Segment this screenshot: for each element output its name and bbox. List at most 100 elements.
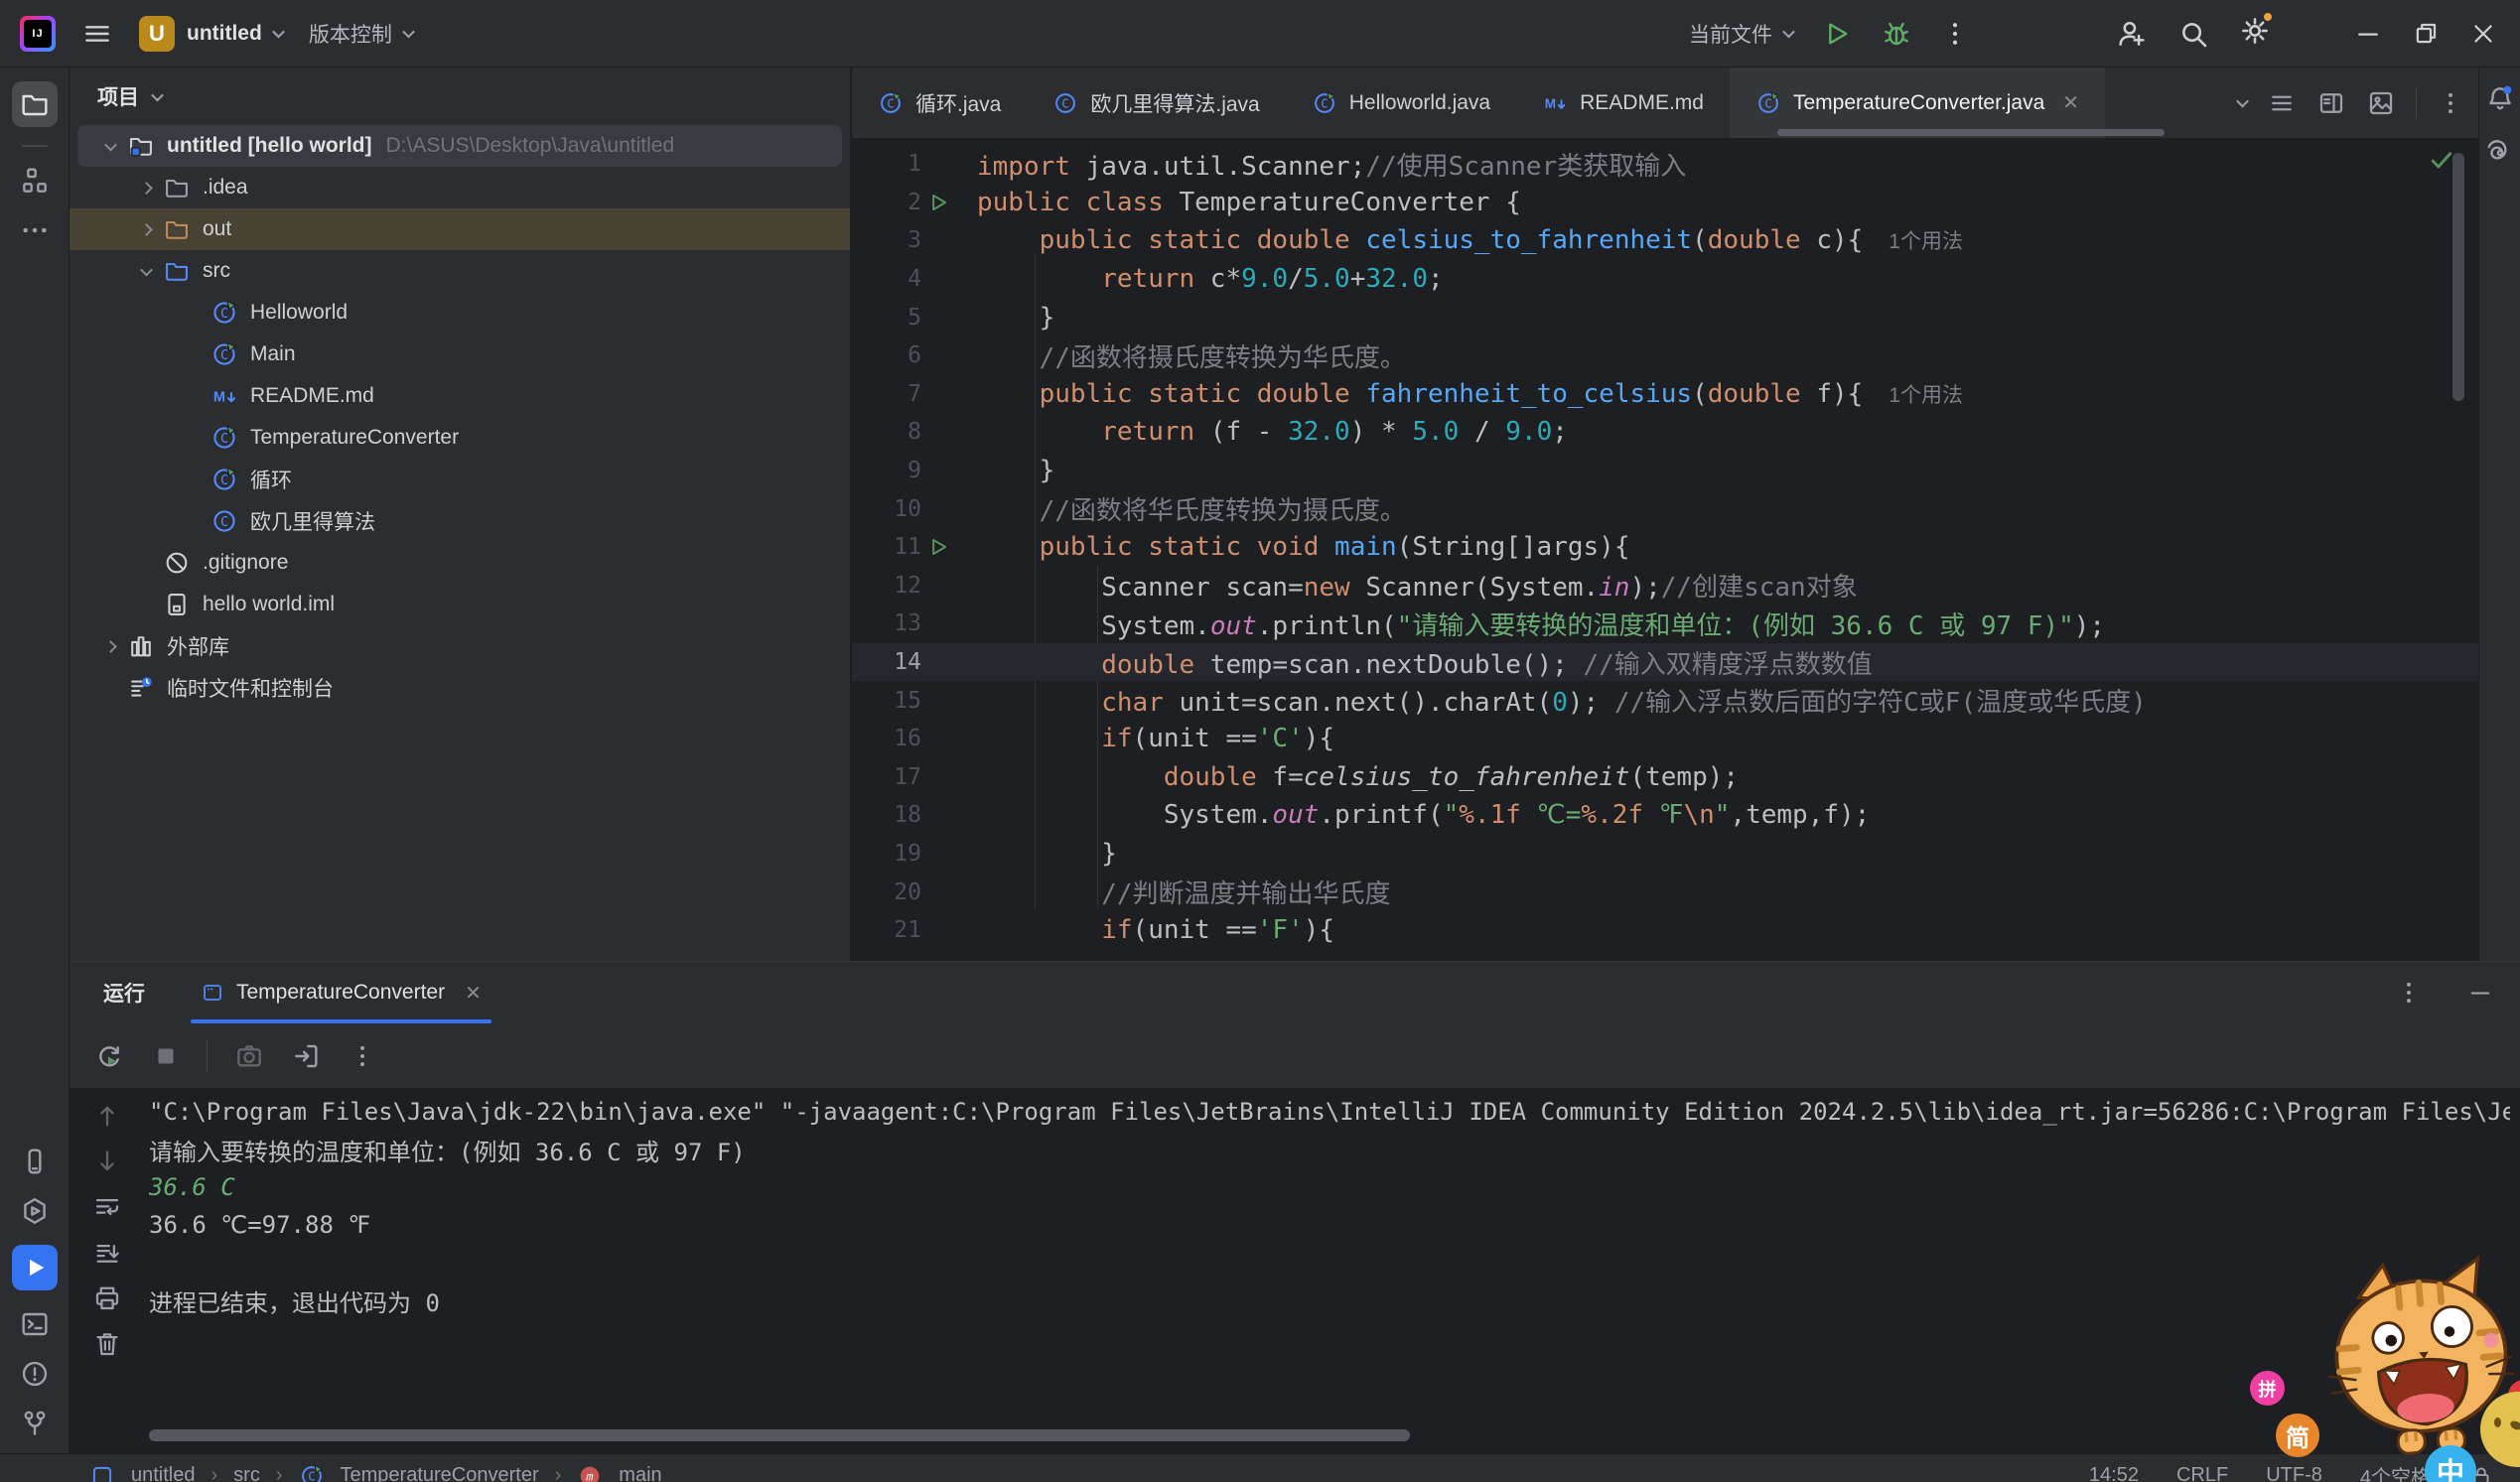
- code-line-16[interactable]: 16 if(unit =='C'){: [852, 720, 2478, 758]
- soft-wrap-icon[interactable]: [92, 1192, 122, 1222]
- tree-item-TemperatureConverter[interactable]: CTemperatureConverter: [70, 417, 850, 459]
- tree-item-_[interactable]: C欧几里得算法: [70, 500, 850, 542]
- editor-scrollbar[interactable]: [2452, 153, 2464, 401]
- run-gutter-slot[interactable]: [921, 534, 955, 560]
- tree-item-.gitignore[interactable]: .gitignore: [70, 542, 850, 584]
- code-line-19[interactable]: 19 }: [852, 835, 2478, 874]
- window-restore-button[interactable]: [2411, 19, 2441, 49]
- tree-item-_[interactable]: 临时文件和控制台: [70, 667, 850, 709]
- tree-chevron-icon[interactable]: [93, 142, 127, 151]
- code-line-14[interactable]: 14 double temp=scan.nextDouble(); //输入双精…: [852, 643, 2478, 682]
- breadcrumb-item[interactable]: main: [619, 1464, 661, 1482]
- notifications-bell-icon[interactable]: [2484, 83, 2516, 115]
- tool-project-button[interactable]: [12, 81, 58, 127]
- preview-icon[interactable]: [2366, 88, 2396, 118]
- tree-item-src[interactable]: src: [70, 250, 850, 292]
- code-line-5[interactable]: 5 }: [852, 298, 2478, 337]
- code-line-3[interactable]: 3 public static double celsius_to_fahren…: [852, 221, 2478, 260]
- more-actions-icon[interactable]: [1940, 19, 1970, 49]
- code-line-6[interactable]: 6 //函数将摄氏度转换为华氏度。: [852, 337, 2478, 375]
- run-gutter-slot[interactable]: [921, 190, 955, 215]
- tree-item-README.md[interactable]: MREADME.md: [70, 375, 850, 417]
- code-line-18[interactable]: 18 System.out.printf("%.1f ℃=%.2f ℉\n",t…: [852, 796, 2478, 835]
- code-line-15[interactable]: 15 char unit=scan.next().charAt(0); //输入…: [852, 681, 2478, 720]
- close-icon[interactable]: ✕: [2062, 90, 2079, 115]
- code-editor[interactable]: 1import java.util.Scanner;//使用Scanner类获取…: [852, 139, 2478, 961]
- breadcrumb-item[interactable]: src: [233, 1464, 260, 1482]
- editor-tab-_.java[interactable]: C循环.java: [852, 67, 1027, 138]
- tab-options-icon[interactable]: [2267, 88, 2297, 118]
- split-editor-icon[interactable]: [2316, 88, 2346, 118]
- run-button[interactable]: [1821, 18, 1853, 50]
- code-line-20[interactable]: 20 //判断温度并输出华氏度: [852, 873, 2478, 911]
- window-minimize-button[interactable]: [2353, 19, 2383, 49]
- run-panel-options-icon[interactable]: [2395, 979, 2423, 1007]
- code-line-1[interactable]: 1import java.util.Scanner;//使用Scanner类获取…: [852, 145, 2478, 184]
- tool-terminal-button[interactable]: [19, 1308, 51, 1340]
- code-line-9[interactable]: 9 }: [852, 452, 2478, 490]
- tree-item-Main[interactable]: CMain: [70, 334, 850, 375]
- tree-item-untitled_hello_world_[interactable]: untitled [hello world]D:\ASUS\Desktop\Ja…: [77, 125, 842, 167]
- main-menu-icon[interactable]: [81, 18, 113, 50]
- code-with-me-icon[interactable]: [2115, 17, 2149, 51]
- breadcrumb-item[interactable]: untitled: [131, 1464, 196, 1482]
- prev-occurrence-icon[interactable]: [92, 1101, 122, 1131]
- editor-more-icon[interactable]: [2437, 89, 2464, 117]
- tool-structure-button[interactable]: [19, 165, 51, 197]
- line-separator[interactable]: CRLF: [2176, 1464, 2228, 1482]
- vcs-widget[interactable]: 版本控制: [309, 19, 413, 49]
- open-in-editor-icon[interactable]: [291, 1040, 323, 1072]
- tool-version-control-button[interactable]: [19, 1408, 51, 1439]
- tree-chevron-icon[interactable]: [129, 267, 163, 276]
- tab-scrollbar[interactable]: [1777, 129, 2165, 136]
- ai-assistant-icon[interactable]: [2484, 137, 2516, 169]
- console-horizontal-scrollbar[interactable]: [149, 1429, 1410, 1441]
- tool-problems-button[interactable]: [19, 1358, 51, 1390]
- editor-tab-_.java[interactable]: C欧几里得算法.java: [1027, 67, 1285, 138]
- code-line-21[interactable]: 21 if(unit =='F'){: [852, 911, 2478, 950]
- tree-chevron-icon[interactable]: [129, 225, 163, 234]
- caret-position[interactable]: 14:52: [2089, 1464, 2139, 1482]
- scroll-to-end-icon[interactable]: [92, 1238, 122, 1268]
- close-icon[interactable]: ✕: [465, 981, 482, 1006]
- code-line-13[interactable]: 13 System.out.println("请输入要转换的温度和单位：(例如 …: [852, 605, 2478, 643]
- code-line-2[interactable]: 2public class TemperatureConverter {: [852, 184, 2478, 222]
- code-line-7[interactable]: 7 public static double fahrenheit_to_cel…: [852, 375, 2478, 414]
- rerun-button[interactable]: [93, 1040, 125, 1072]
- file-encoding[interactable]: UTF-8: [2266, 1464, 2322, 1482]
- tab-list-chevron-icon[interactable]: [2236, 95, 2249, 108]
- settings-button[interactable]: [2238, 14, 2272, 53]
- run-configuration-selector[interactable]: 当前文件: [1689, 19, 1793, 49]
- code-line-17[interactable]: 17 double f=celsius_to_fahrenheit(temp);: [852, 758, 2478, 797]
- code-line-4[interactable]: 4 return c*9.0/5.0+32.0;: [852, 260, 2478, 299]
- tree-item-_[interactable]: 外部库: [70, 625, 850, 667]
- editor-tab-TemperatureConverter.java[interactable]: CTemperatureConverter.java✕: [1730, 67, 2105, 138]
- run-console-tab[interactable]: TemperatureConverter ✕: [191, 962, 491, 1023]
- tree-item-hello_world.iml[interactable]: hello world.iml: [70, 584, 850, 625]
- more-tools-button[interactable]: [19, 214, 51, 246]
- debug-button[interactable]: [1881, 18, 1912, 50]
- stop-button[interactable]: [151, 1041, 181, 1071]
- usages-inlay-hint[interactable]: 1个用法: [1889, 379, 1963, 409]
- hide-tool-window-icon[interactable]: [2466, 979, 2494, 1007]
- editor-tab-Helloworld.java[interactable]: CHelloworld.java: [1286, 67, 1516, 138]
- tool-run-button[interactable]: [12, 1245, 58, 1290]
- tree-item-.idea[interactable]: .idea: [70, 167, 850, 208]
- code-line-8[interactable]: 8 return (f - 32.0) * 5.0 / 9.0;: [852, 413, 2478, 452]
- project-widget[interactable]: U untitled: [139, 16, 283, 52]
- window-close-button[interactable]: [2468, 19, 2498, 49]
- project-panel-header[interactable]: 项目: [70, 67, 850, 125]
- thread-dump-icon[interactable]: [233, 1040, 265, 1072]
- next-occurrence-icon[interactable]: [92, 1146, 122, 1176]
- clear-console-icon[interactable]: [92, 1329, 122, 1359]
- tool-commit-button[interactable]: [19, 1145, 51, 1177]
- print-icon[interactable]: [92, 1283, 122, 1313]
- tree-item-_[interactable]: C循环: [70, 459, 850, 500]
- editor-tab-README.md[interactable]: MREADME.md: [1516, 67, 1730, 138]
- code-line-10[interactable]: 10 //函数将华氏度转换为摄氏度。: [852, 489, 2478, 528]
- code-line-12[interactable]: 12 Scanner scan=new Scanner(System.in);/…: [852, 567, 2478, 606]
- run-console-output[interactable]: "C:\Program Files\Java\jdk-22\bin\java.e…: [149, 1093, 2510, 1414]
- tree-item-Helloworld[interactable]: CHelloworld: [70, 292, 850, 334]
- tool-services-button[interactable]: [19, 1195, 51, 1227]
- tree-chevron-icon[interactable]: [129, 184, 163, 193]
